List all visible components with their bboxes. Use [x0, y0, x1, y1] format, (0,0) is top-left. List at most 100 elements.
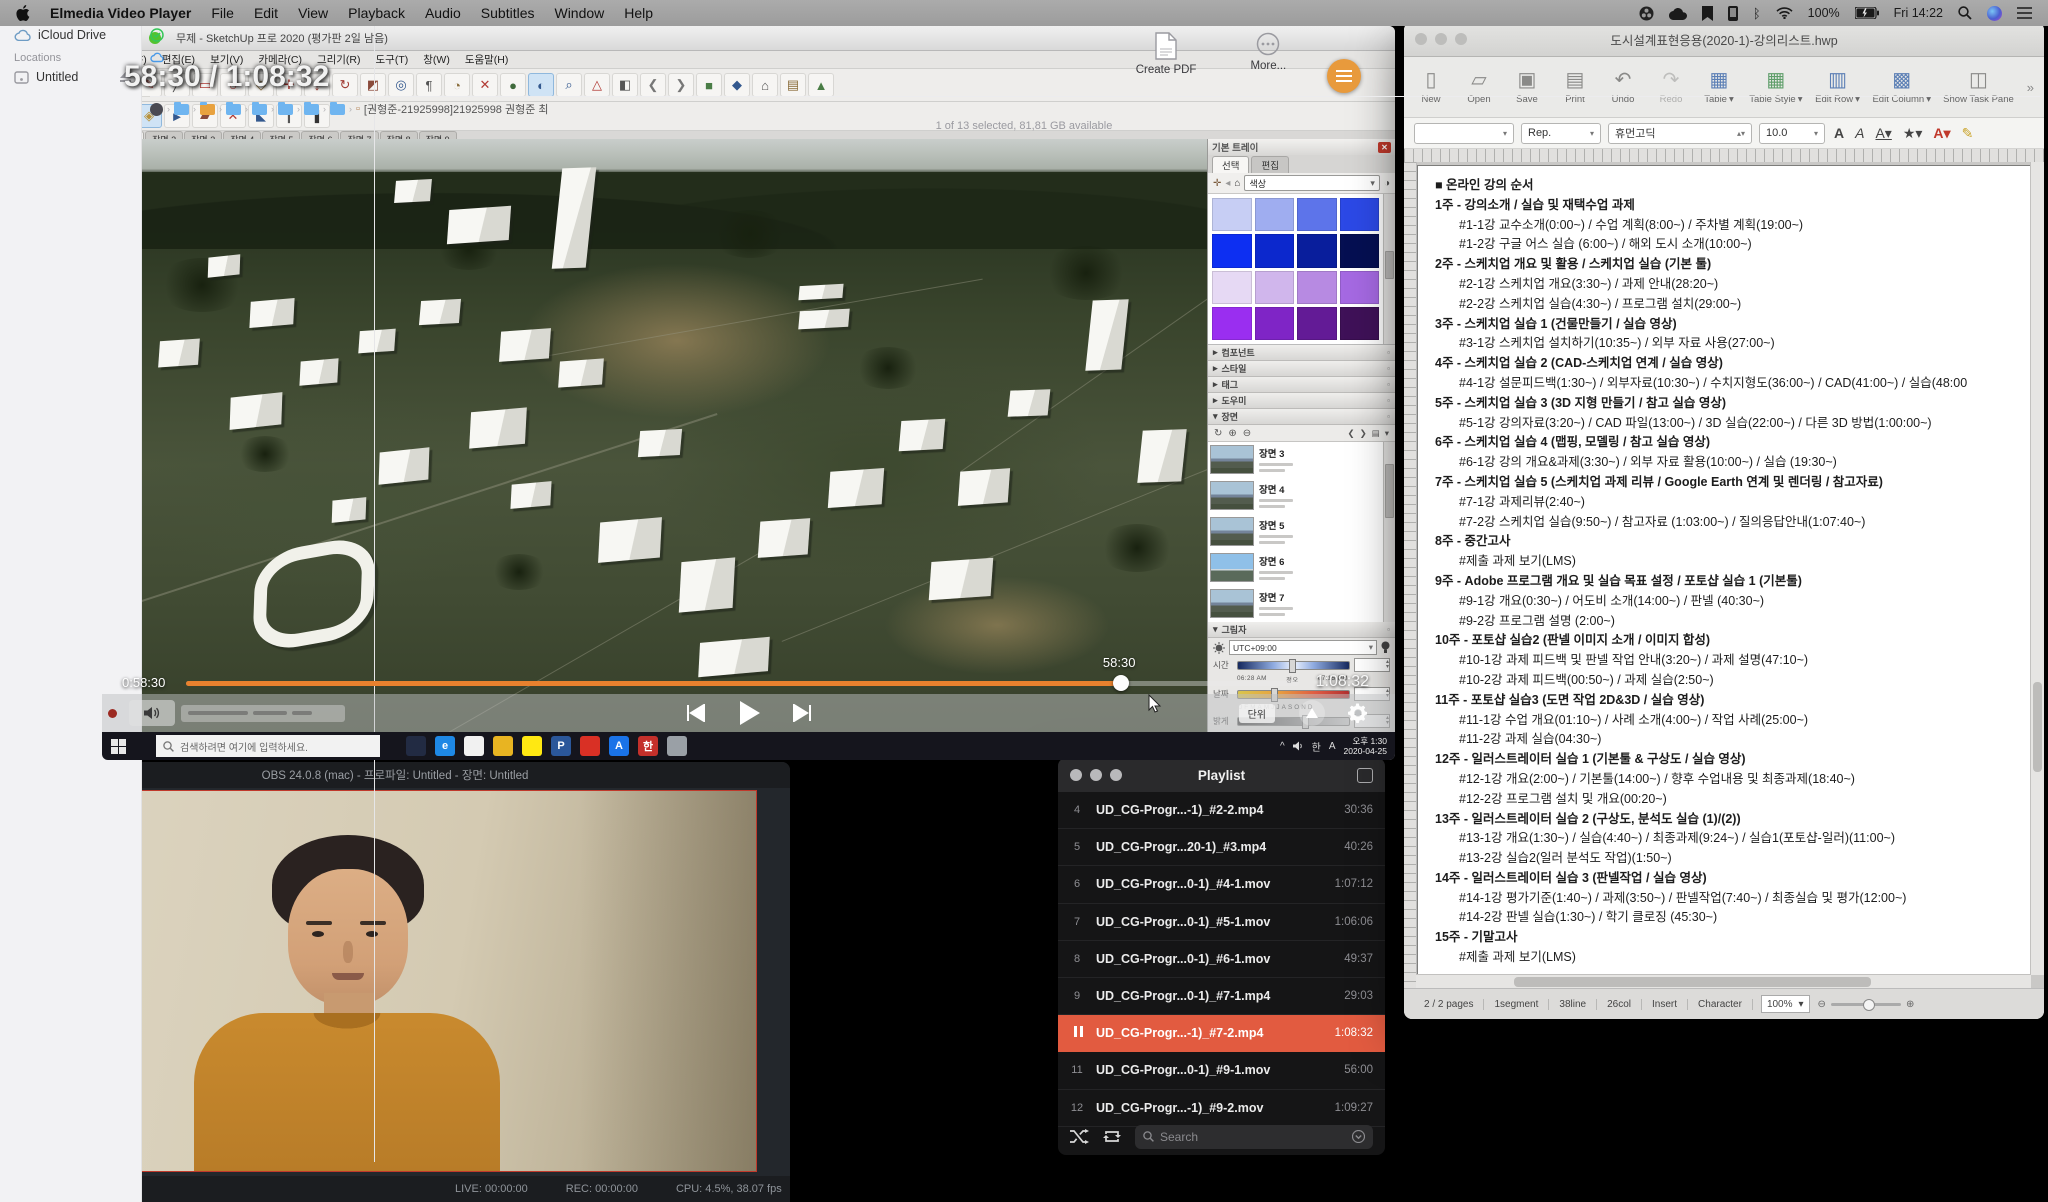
- time-slider[interactable]: [1237, 661, 1350, 670]
- cloud-icon[interactable]: [1669, 7, 1687, 20]
- zoom-slider-rail[interactable]: [1831, 1003, 1901, 1006]
- zoom-slider[interactable]: ⊖⊕: [1818, 999, 1915, 1010]
- swatch-scrollbar[interactable]: [1383, 194, 1395, 344]
- units-chip[interactable]: 단위: [1239, 704, 1275, 723]
- obs-menubar-icon[interactable]: [1639, 6, 1654, 21]
- next-button[interactable]: [792, 704, 812, 722]
- taskbar-app-icon-5[interactable]: P: [551, 736, 571, 756]
- sketchup-tool-icon-23[interactable]: ⌂: [752, 73, 778, 97]
- materials-tab-0[interactable]: 선택: [1212, 156, 1249, 173]
- sketchup-tool-icon-8[interactable]: ↻: [332, 73, 358, 97]
- folder-crumb-icon[interactable]: [330, 104, 345, 115]
- taskbar-app-icon-1[interactable]: e: [435, 736, 455, 756]
- create-pdf-action[interactable]: Create PDF: [1136, 32, 1197, 76]
- menubar-menu-audio[interactable]: Audio: [425, 5, 461, 21]
- document-hscrollbar[interactable]: [1416, 974, 2031, 989]
- tray-close-icon[interactable]: ✕: [1378, 142, 1391, 153]
- sketchup-tool-icon-9[interactable]: ◩: [360, 73, 386, 97]
- sketchup-tool-icon-25[interactable]: ▲: [808, 73, 834, 97]
- toolbar-overflow-icon[interactable]: »: [2027, 80, 2034, 95]
- tray-section-2[interactable]: ▸태그▫: [1208, 377, 1395, 393]
- document-page[interactable]: ■ 온라인 강의 순서1주 - 강의소개 / 실습 및 재택수업 과제#1-1강…: [1417, 165, 2031, 975]
- back-icon[interactable]: ◂: [1225, 178, 1230, 189]
- sketchup-3d-viewport[interactable]: [102, 139, 1207, 732]
- shuffle-icon[interactable]: [1070, 1129, 1089, 1144]
- fullscreen-button[interactable]: [1299, 700, 1325, 726]
- notification-center-icon[interactable]: [2017, 7, 2032, 19]
- bluetooth-icon[interactable]: ᛒ: [1753, 6, 1761, 21]
- playlist-row[interactable]: 6UD_CG-Progr...0-1)_#4-1.mov1:07:12: [1058, 866, 1385, 903]
- sketchup-tool-icon-21[interactable]: ■: [696, 73, 722, 97]
- zoom-slider-handle[interactable]: [1863, 999, 1875, 1011]
- menubar-app-name[interactable]: Elmedia Video Player: [50, 5, 191, 21]
- sketchup-tool-icon-20[interactable]: ❯: [668, 73, 694, 97]
- color-swatch-15[interactable]: [1340, 307, 1380, 340]
- sketchup-tool-icon-22[interactable]: ◆: [724, 73, 750, 97]
- sketchup-tool-icon-14[interactable]: ●: [500, 73, 526, 97]
- taskbar-app-icon-8[interactable]: 한: [638, 736, 658, 756]
- scene-list-item[interactable]: 장면 6: [1210, 553, 1381, 582]
- playlist-row[interactable]: UD_CG-Progr...-1)_#7-2.mp41:08:32: [1058, 1015, 1385, 1052]
- sidebar-item-untitled-disk[interactable]: Untitled: [14, 70, 141, 84]
- playlist-row[interactable]: 11UD_CG-Progr...0-1)_#9-1.mov56:00: [1058, 1052, 1385, 1089]
- utc-select[interactable]: UTC+09:00▾: [1229, 640, 1377, 655]
- folder-crumb-icon[interactable]: [252, 104, 267, 115]
- playlist-row[interactable]: 5UD_CG-Progr...20-1)_#3.mp440:26: [1058, 829, 1385, 866]
- shadows-section-header[interactable]: ▾그림자▫: [1208, 622, 1395, 638]
- scene-prev-icon[interactable]: ❮: [1347, 428, 1354, 439]
- scene-options-icon[interactable]: ▾: [1385, 428, 1389, 439]
- document-vscrollbar[interactable]: [2030, 162, 2044, 975]
- scene-scrollbar[interactable]: [1383, 442, 1395, 622]
- taskbar-app-icon-6[interactable]: [580, 736, 600, 756]
- scene-list-item[interactable]: 장면 3: [1210, 445, 1381, 474]
- seek-handle[interactable]: [1113, 675, 1129, 691]
- sketchup-tool-icon-18[interactable]: ◧: [612, 73, 638, 97]
- windows-search-box[interactable]: 검색하려면 여기에 입력하세요.: [156, 735, 380, 757]
- sketchup-tool-icon-17[interactable]: △: [584, 73, 610, 97]
- tray-section-0[interactable]: ▸컴포넌트▫: [1208, 345, 1395, 361]
- volume-button[interactable]: [129, 700, 175, 726]
- tray-section-1[interactable]: ▸스타일▫: [1208, 361, 1395, 377]
- playlist-row[interactable]: 4UD_CG-Progr...-1)_#2-2.mp430:36: [1058, 792, 1385, 829]
- taskbar-app-icon-7[interactable]: A: [609, 736, 629, 756]
- color-swatch-2[interactable]: [1297, 198, 1337, 231]
- color-swatch-8[interactable]: [1212, 271, 1252, 304]
- remove-scene-icon[interactable]: ⊖: [1243, 428, 1251, 439]
- playlist-row[interactable]: 9UD_CG-Progr...0-1)_#7-1.mp429:03: [1058, 978, 1385, 1015]
- scene-list-item[interactable]: 장면 7: [1210, 589, 1381, 618]
- menubar-menu-help[interactable]: Help: [624, 5, 653, 21]
- color-swatch-6[interactable]: [1297, 234, 1337, 267]
- windows-start-icon[interactable]: [111, 739, 126, 754]
- taskbar-app-icon-3[interactable]: [493, 736, 513, 756]
- filter-chevron-icon[interactable]: [1352, 1130, 1365, 1143]
- spotlight-search-icon[interactable]: [1958, 6, 1972, 20]
- zoom-select[interactable]: 100%▾: [1761, 995, 1810, 1013]
- menubar-menu-playback[interactable]: Playback: [348, 5, 405, 21]
- color-collection-select[interactable]: 색상▾: [1244, 175, 1379, 191]
- tray-section-3[interactable]: ▸도우미▫: [1208, 393, 1395, 409]
- home-icon[interactable]: ⌂: [1234, 178, 1240, 189]
- color-swatch-13[interactable]: [1255, 307, 1295, 340]
- settings-gear-icon[interactable]: [1347, 702, 1369, 724]
- menubar-menu-file[interactable]: File: [211, 5, 234, 21]
- scene-list-item[interactable]: 장면 4: [1210, 481, 1381, 510]
- sketchup-tool-icon-10[interactable]: ◎: [388, 73, 414, 97]
- color-swatch-4[interactable]: [1212, 234, 1252, 267]
- device-icon[interactable]: [1728, 6, 1738, 21]
- sketchup-tool-icon-24[interactable]: ▤: [780, 73, 806, 97]
- menubar-menu-subtitles[interactable]: Subtitles: [481, 5, 535, 21]
- color-swatch-3[interactable]: [1340, 198, 1380, 231]
- taskbar-app-icon-4[interactable]: [522, 736, 542, 756]
- siri-icon[interactable]: [1987, 6, 2002, 21]
- in-model-icon[interactable]: ◑: [1384, 178, 1390, 189]
- playlist-toggle-button[interactable]: [1327, 59, 1361, 93]
- materials-tab-1[interactable]: 편집: [1251, 156, 1288, 173]
- color-swatch-1[interactable]: [1255, 198, 1295, 231]
- scene-listview-icon[interactable]: ▤: [1372, 428, 1380, 439]
- folder-crumb-icon[interactable]: [174, 104, 189, 115]
- scene-next-icon[interactable]: ❯: [1360, 428, 1367, 439]
- disk-crumb-icon[interactable]: [150, 103, 163, 116]
- color-swatch-9[interactable]: [1255, 271, 1295, 304]
- wifi-icon[interactable]: [1776, 7, 1793, 19]
- sidebar-item-icloud-drive[interactable]: iCloud Drive: [14, 28, 141, 42]
